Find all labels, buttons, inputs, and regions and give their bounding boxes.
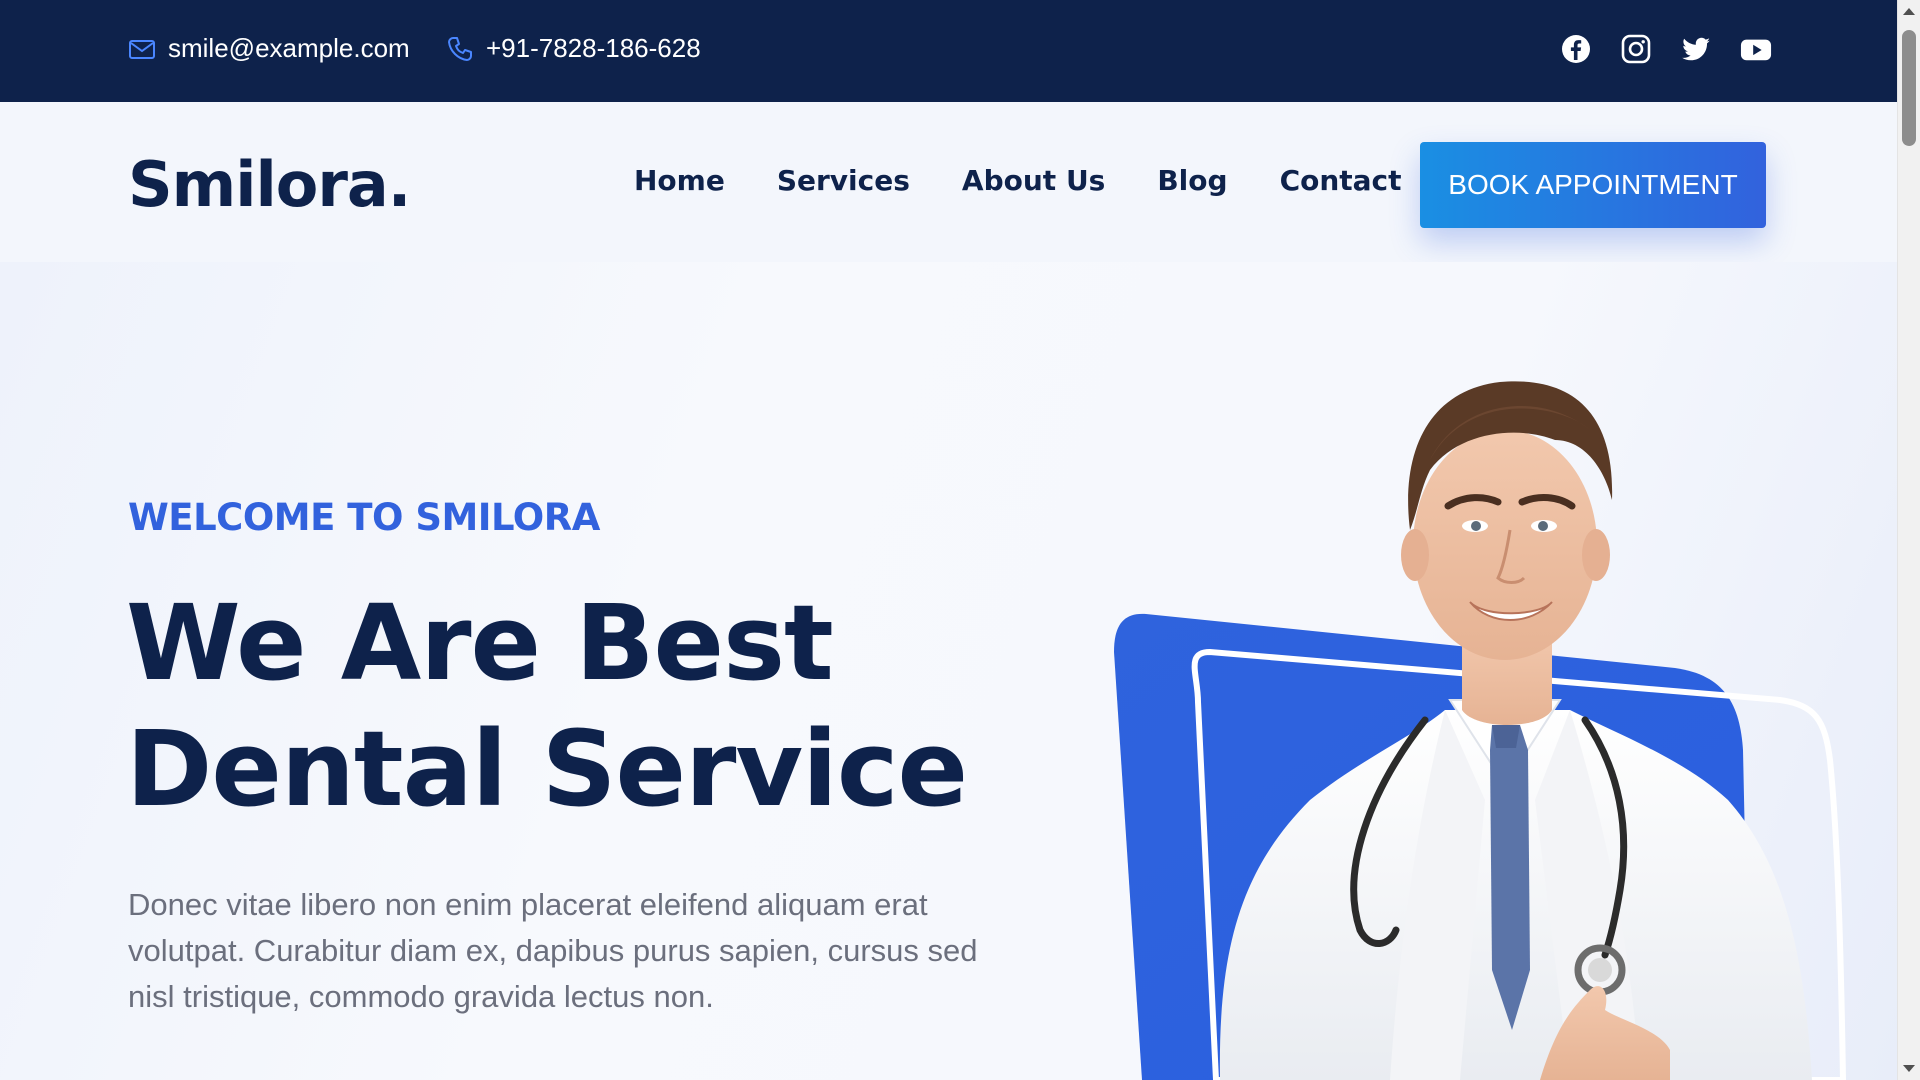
hero-eyebrow: WELCOME TO SMILORA <box>128 496 600 539</box>
phone-text: +91-7828-186-628 <box>486 33 701 63</box>
nav-item-home[interactable]: Home <box>634 164 725 197</box>
youtube-icon[interactable] <box>1740 33 1772 65</box>
hero-headline-line-2: Dental Service <box>126 708 968 830</box>
site-logo[interactable]: Smilora. <box>128 148 411 221</box>
email-text: smile@example.com <box>168 33 410 63</box>
doctor-illustration <box>1100 330 1898 1080</box>
main-header: Smilora. Home Services About Us Blog Con… <box>0 102 1898 262</box>
hero-headline: We Are Best Dental Service <box>126 580 1026 832</box>
scroll-down-arrow-icon[interactable] <box>1903 1065 1915 1072</box>
envelope-icon <box>128 35 156 63</box>
phone-icon <box>446 35 474 63</box>
nav-item-about-us[interactable]: About Us <box>962 164 1105 197</box>
facebook-icon[interactable] <box>1560 33 1592 65</box>
book-appointment-button[interactable]: BOOK APPOINTMENT <box>1420 142 1766 228</box>
phone-link[interactable]: +91-7828-186-628 <box>446 33 701 64</box>
twitter-icon[interactable] <box>1680 33 1712 65</box>
scroll-up-arrow-icon[interactable] <box>1903 8 1915 15</box>
hero-description: Donec vitae libero non enim placerat ele… <box>128 887 978 1014</box>
main-nav: Home Services About Us Blog Contact <box>634 164 1402 197</box>
nav-item-blog[interactable]: Blog <box>1157 164 1227 197</box>
top-bar: smile@example.com +91-7828-186-628 <box>0 0 1898 102</box>
nav-item-services[interactable]: Services <box>777 164 910 197</box>
email-link[interactable]: smile@example.com <box>128 33 410 64</box>
social-links <box>1560 33 1772 65</box>
instagram-icon[interactable] <box>1620 33 1652 65</box>
hero-headline-line-1: We Are Best <box>126 582 834 704</box>
page: smile@example.com +91-7828-186-628 Smilo… <box>0 0 1898 1080</box>
scroll-thumb[interactable] <box>1902 30 1916 146</box>
vertical-scrollbar[interactable] <box>1897 0 1920 1080</box>
nav-item-contact[interactable]: Contact <box>1280 164 1402 197</box>
